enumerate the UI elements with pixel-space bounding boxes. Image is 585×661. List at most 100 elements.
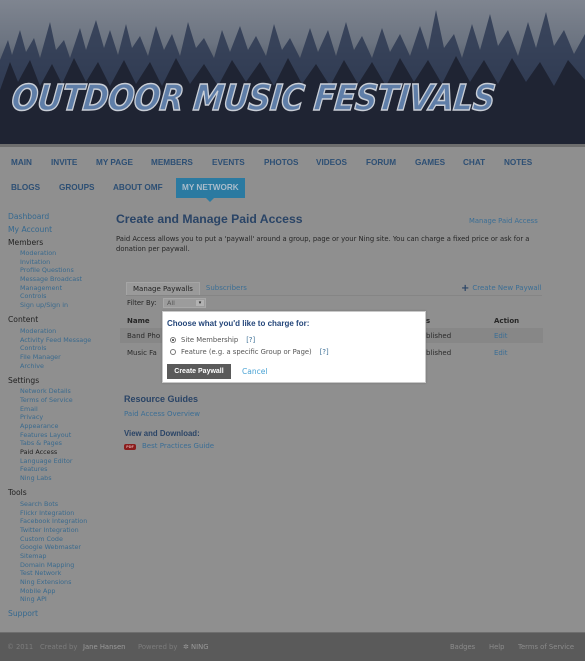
ning-logo-link[interactable]: ✲ NING (183, 643, 209, 651)
sidebar-item-controls[interactable]: Controls (8, 292, 113, 301)
plus-icon: + (461, 283, 470, 294)
radio-feature[interactable] (170, 349, 176, 355)
nav-forum[interactable]: FORUM (360, 153, 402, 173)
sidebar-item-features[interactable]: Features (8, 465, 113, 474)
nav-videos[interactable]: VIDEOS (310, 153, 353, 173)
column-header-action: Action (494, 317, 520, 325)
nav-photos[interactable]: PHOTOS (258, 153, 304, 173)
footer-link-terms[interactable]: Terms of Service (518, 643, 574, 651)
sidebar-item-network-details[interactable]: Network Details (8, 387, 113, 396)
nav-chat[interactable]: CHAT (457, 153, 491, 173)
filter-select[interactable]: All ▾ (163, 298, 206, 308)
sidebar-item-invitation[interactable]: Invitation (8, 258, 113, 267)
nav-about-omf[interactable]: ABOUT OMF (107, 178, 169, 198)
nav-events[interactable]: EVENTS (206, 153, 251, 173)
view-download-heading: View and Download: (124, 429, 200, 438)
sidebar-item-appearance[interactable]: Appearance (8, 422, 113, 431)
filter-value: All (167, 299, 175, 307)
nav-notes[interactable]: NOTES (498, 153, 538, 173)
nav-my-network[interactable]: MY NETWORK (176, 178, 245, 202)
footer: © 2011 Created by Jane Hansen Powered by… (0, 632, 585, 661)
cancel-link[interactable]: Cancel (242, 367, 267, 376)
table-row-status: blished (426, 332, 452, 340)
radio-site-membership[interactable] (170, 337, 176, 343)
sidebar-item-search-bots[interactable]: Search Bots (8, 500, 113, 509)
create-new-paywall-link[interactable]: + Create New Paywall (461, 283, 542, 294)
author-link[interactable]: Jane Hansen (83, 643, 125, 651)
option-site-membership[interactable]: Site Membership [?] (170, 336, 255, 344)
manage-paid-access-link[interactable]: Manage Paid Access (469, 217, 538, 225)
sidebar-item-test-network[interactable]: Test Network (8, 569, 113, 578)
sidebar-item-email[interactable]: Email (8, 405, 113, 414)
table-row-edit-link[interactable]: Edit (494, 349, 508, 357)
sidebar-item-ning-labs[interactable]: Ning Labs (8, 474, 113, 483)
nav-groups[interactable]: GROUPS (53, 178, 101, 198)
dialog-title: Choose what you'd like to charge for: (167, 319, 310, 328)
create-paywall-button[interactable]: Create Paywall (167, 364, 231, 379)
sidebar-item-management[interactable]: Management (8, 284, 113, 293)
table-row-name: Band Pho (127, 332, 161, 340)
sidebar-item-content-moderation[interactable]: Moderation (8, 327, 113, 336)
best-practices-guide-link[interactable]: Best Practices Guide (142, 442, 214, 450)
footer-link-badges[interactable]: Badges (450, 643, 475, 651)
sidebar-item-message-broadcast[interactable]: Message Broadcast (8, 275, 113, 284)
sidebar-item-domain-mapping[interactable]: Domain Mapping (8, 561, 113, 570)
sidebar-item-activity-feed-message[interactable]: Activity Feed Message (8, 336, 113, 345)
nav-members[interactable]: MEMBERS (145, 153, 199, 173)
nav-invite[interactable]: INVITE (45, 153, 83, 173)
sidebar-item-features-layout[interactable]: Features Layout (8, 431, 113, 440)
sidebar-item-mobile-app[interactable]: Mobile App (8, 587, 113, 596)
create-new-paywall-label: Create New Paywall (472, 284, 542, 292)
option-feature[interactable]: Feature (e.g. a specific Group or Page) … (170, 348, 329, 356)
sidebar-item-facebook-integration[interactable]: Facebook Integration (8, 517, 113, 526)
sidebar-item-ning-extensions[interactable]: Ning Extensions (8, 578, 113, 587)
sidebar-support[interactable]: Support (8, 608, 113, 621)
table-row-edit-link[interactable]: Edit (494, 332, 508, 340)
intro-text: Paid Access allows you to put a 'paywall… (116, 235, 530, 253)
nav-games[interactable]: GAMES (409, 153, 451, 173)
ning-label: NING (191, 643, 209, 651)
option-label: Site Membership (181, 336, 239, 344)
filter-label: Filter By: (127, 299, 157, 307)
created-by-label: Created by (40, 643, 78, 651)
resource-guides-heading: Resource Guides (124, 394, 199, 404)
sidebar-item-tabs-pages[interactable]: Tabs & Pages (8, 439, 113, 448)
sidebar-item-ning-api[interactable]: Ning API (8, 595, 113, 604)
table-row-status: blished (426, 349, 452, 357)
nav-main[interactable]: MAIN (5, 153, 38, 173)
powered-by-label: Powered by (138, 643, 178, 651)
sidebar-item-archive[interactable]: Archive (8, 362, 113, 371)
option-label: Feature (e.g. a specific Group or Page) (181, 348, 312, 356)
sidebar-item-google-webmaster[interactable]: Google Webmaster (8, 543, 113, 552)
sidebar-item-terms-of-service[interactable]: Terms of Service (8, 396, 113, 405)
sidebar-item-language-editor[interactable]: Language Editor (8, 457, 113, 466)
help-link[interactable]: [?] (320, 348, 329, 356)
pdf-icon: PDF (124, 444, 136, 450)
sidebar-my-account[interactable]: My Account (8, 224, 113, 237)
paid-access-overview-link[interactable]: Paid Access Overview (124, 410, 200, 418)
sidebar-item-profile-questions[interactable]: Profile Questions (8, 266, 113, 275)
tab-manage-paywalls[interactable]: Manage Paywalls (126, 282, 200, 295)
charge-type-dialog: Choose what you'd like to charge for: Si… (162, 311, 426, 383)
sidebar-item-sitemap[interactable]: Sitemap (8, 552, 113, 561)
sidebar-item-moderation[interactable]: Moderation (8, 249, 113, 258)
page-title: Create and Manage Paid Access (116, 212, 303, 226)
sidebar-item-content-controls[interactable]: Controls (8, 344, 113, 353)
sidebar-item-twitter-integration[interactable]: Twitter Integration (8, 526, 113, 535)
sidebar-heading-content: Content (8, 315, 39, 325)
site-title[interactable]: OUTDOOR MUSIC FESTIVALS (9, 77, 498, 120)
copyright: © 2011 (7, 643, 34, 651)
nav-my-page[interactable]: MY PAGE (90, 153, 139, 173)
sidebar-item-signup-signin[interactable]: Sign up/Sign in (8, 301, 113, 310)
paywall-tabs: Manage Paywalls Subscribers (126, 282, 253, 296)
nav-blogs[interactable]: BLOGS (5, 178, 46, 198)
sidebar-item-privacy[interactable]: Privacy (8, 413, 113, 422)
sidebar-item-paid-access[interactable]: Paid Access (8, 448, 113, 457)
sidebar-item-custom-code[interactable]: Custom Code (8, 535, 113, 544)
sidebar-item-flickr-integration[interactable]: Flickr Integration (8, 509, 113, 518)
tab-subscribers[interactable]: Subscribers (200, 282, 253, 295)
help-link[interactable]: [?] (246, 336, 255, 344)
sidebar-dashboard[interactable]: Dashboard (8, 211, 113, 224)
footer-link-help[interactable]: Help (489, 643, 505, 651)
sidebar-item-file-manager[interactable]: File Manager (8, 353, 113, 362)
